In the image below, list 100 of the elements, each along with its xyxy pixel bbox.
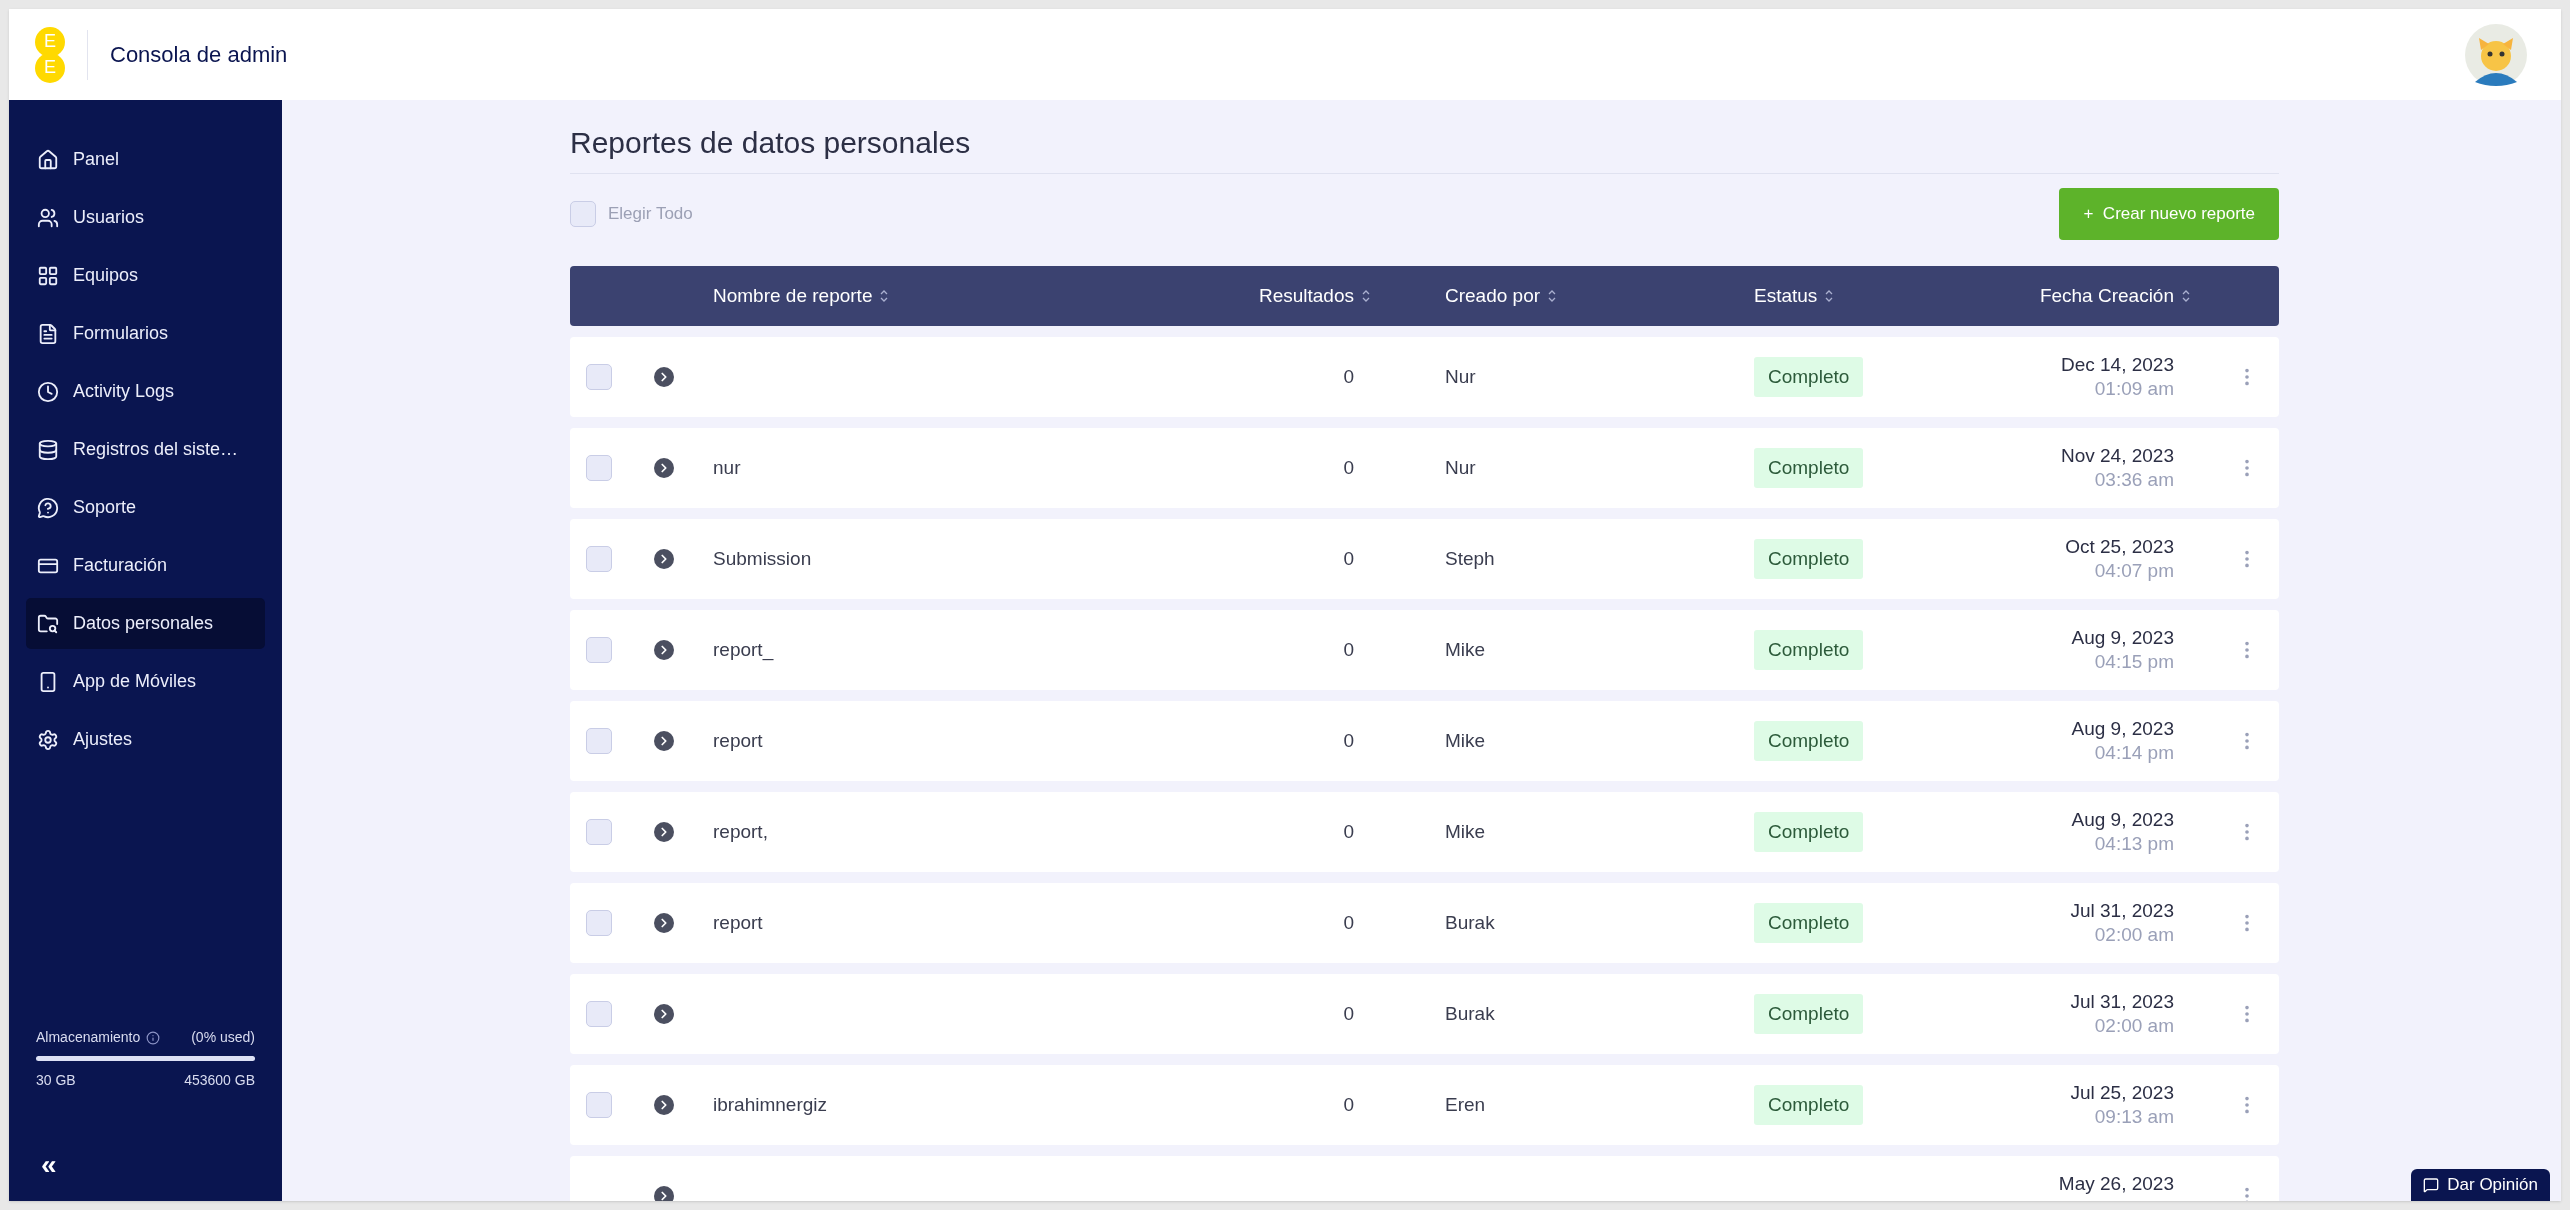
report-name: ibrahimnergiz [713, 1093, 828, 1115]
report-name: report [713, 729, 763, 751]
status-badge: Completo [1754, 993, 1864, 1035]
sidebar-item[interactable]: Panel [26, 134, 265, 185]
nav-icon [37, 612, 59, 635]
status-badge: Completo [1754, 629, 1864, 671]
creator-name: Steph [1445, 547, 1495, 569]
checkbox[interactable] [586, 728, 612, 754]
checkbox[interactable] [586, 910, 612, 936]
checkbox[interactable] [586, 364, 612, 390]
sort-icon[interactable] [1548, 288, 1557, 304]
checkbox[interactable] [586, 1001, 612, 1027]
sidebar-item[interactable]: Activity Logs [26, 366, 265, 417]
status-badge: Completo [1754, 538, 1864, 580]
report-name: nur [713, 456, 741, 478]
sidebar-item[interactable]: Datos personales [26, 598, 265, 649]
table-row[interactable]: report 0 Mike Completo Aug 9, 2023 04:14 pm [570, 701, 2279, 781]
table-row[interactable]: report 0 Burak Completo Jul 31, 2023 02:00 am [570, 883, 2279, 963]
feedback-button[interactable]: Dar Opinión [2411, 1169, 2550, 1201]
created-time: 04:14 pm [2094, 741, 2174, 765]
creator-name: Nur [1445, 456, 1476, 478]
report-name: report, [713, 820, 768, 842]
expand-icon[interactable] [654, 458, 674, 478]
creator-name: Burak [1445, 1002, 1495, 1024]
sidebar-item[interactable]: Equipos [26, 250, 265, 301]
sort-icon[interactable] [2182, 288, 2190, 304]
results-count: 0 [1343, 1093, 1354, 1115]
created-time: 04:07 pm [2094, 559, 2174, 583]
table-row[interactable]: 0 Nur Completo Dec 14, 2023 01:09 am [570, 337, 2279, 417]
creator-name: Mike [1445, 820, 1486, 842]
sidebar-item[interactable]: Formularios [26, 308, 265, 359]
sidebar-item[interactable]: Registros del siste… [26, 424, 265, 475]
expand-icon[interactable] [654, 822, 674, 842]
checkbox[interactable] [586, 455, 612, 481]
creator-name: Eren [1445, 1093, 1486, 1115]
storage-total: 453600 GB [184, 1071, 255, 1090]
results-count: 0 [1343, 729, 1354, 751]
sort-icon[interactable] [880, 288, 889, 304]
expand-icon[interactable] [654, 640, 674, 660]
table-row[interactable]: nur 0 Nur Completo Nov 24, 2023 03:36 am [570, 428, 2279, 508]
created-time: 04:15 pm [2094, 650, 2174, 674]
creator-name: Mike [1445, 729, 1486, 751]
status-badge: Completo [1754, 902, 1864, 944]
created-time: 01:09 am [2094, 377, 2174, 401]
storage-label: Almacenamiento [36, 1028, 141, 1047]
sidebar-item[interactable]: Ajustes [26, 714, 265, 765]
sort-icon[interactable] [1825, 288, 1834, 304]
nav-icon [37, 438, 59, 461]
report-name: report [713, 911, 763, 933]
column-header[interactable]: Nombre de reporte [713, 281, 873, 311]
results-count: 0 [1343, 820, 1354, 842]
column-header[interactable]: Creado por [1445, 281, 1541, 311]
checkbox[interactable] [586, 819, 612, 845]
chat-icon [2423, 1177, 2440, 1193]
checkbox[interactable] [586, 546, 612, 572]
status-badge: Completo [1754, 356, 1864, 398]
table-row[interactable]: Submission 0 Steph Completo Oct 25, 2023 04:07 pm [570, 519, 2279, 599]
sidebar-item[interactable]: App de Móviles [26, 656, 265, 707]
created-time: 02:00 am [2094, 923, 2174, 947]
page-title: Reportes de datos personales [570, 120, 2279, 174]
results-count: 0 [1343, 547, 1354, 569]
table-row[interactable]: 0 Burak Completo Jul 31, 2023 02:00 am [570, 974, 2279, 1054]
results-count: 0 [1343, 456, 1354, 478]
status-badge: Completo [1754, 720, 1864, 762]
created-date: Aug 9, 2023 [2071, 626, 2174, 650]
nav-icon [37, 206, 59, 229]
results-count: 0 [1343, 638, 1354, 660]
expand-icon[interactable] [654, 913, 674, 933]
column-header[interactable]: Resultados [1258, 281, 1354, 311]
table-row[interactable]: May 26, 2023 [570, 1156, 2279, 1201]
creator-name: Mike [1445, 638, 1486, 660]
sidebar-item[interactable]: Usuarios [26, 192, 265, 243]
column-header[interactable]: Estatus [1754, 281, 1818, 311]
avatar-icon[interactable] [2465, 23, 2527, 86]
table-row[interactable]: report_ 0 Mike Completo Aug 9, 2023 04:15 pm [570, 610, 2279, 690]
created-date: Aug 9, 2023 [2071, 717, 2174, 741]
table-row[interactable]: report, 0 Mike Completo Aug 9, 2023 04:13 pm [570, 792, 2279, 872]
expand-icon[interactable] [654, 1095, 674, 1115]
expand-icon[interactable] [654, 1004, 674, 1024]
table-row[interactable]: ibrahimnergiz 0 Eren Completo Jul 25, 2023 09:13 am [570, 1065, 2279, 1145]
expand-icon[interactable] [654, 731, 674, 751]
sidebar-item[interactable]: Soporte [26, 482, 265, 533]
nav-icon [37, 496, 59, 519]
expand-icon[interactable] [654, 1186, 674, 1201]
status-badge: Completo [1754, 811, 1864, 853]
nav-icon [37, 264, 59, 287]
column-header[interactable]: Fecha Creación [2039, 281, 2174, 311]
created-time: 04:13 pm [2094, 832, 2174, 856]
checkbox[interactable] [586, 637, 612, 663]
checkbox[interactable] [586, 1092, 612, 1118]
info-icon [146, 1030, 161, 1045]
checkbox[interactable] [570, 201, 596, 227]
expand-icon[interactable] [654, 549, 674, 569]
created-date: Oct 25, 2023 [2065, 535, 2174, 559]
status-badge: Completo [1754, 1084, 1864, 1126]
expand-icon[interactable] [654, 367, 674, 387]
collapse-button[interactable]: « [41, 1151, 57, 1179]
created-date: Aug 9, 2023 [2071, 808, 2174, 832]
sort-icon[interactable] [1362, 288, 1370, 304]
sidebar-item[interactable]: Facturación [26, 540, 265, 591]
